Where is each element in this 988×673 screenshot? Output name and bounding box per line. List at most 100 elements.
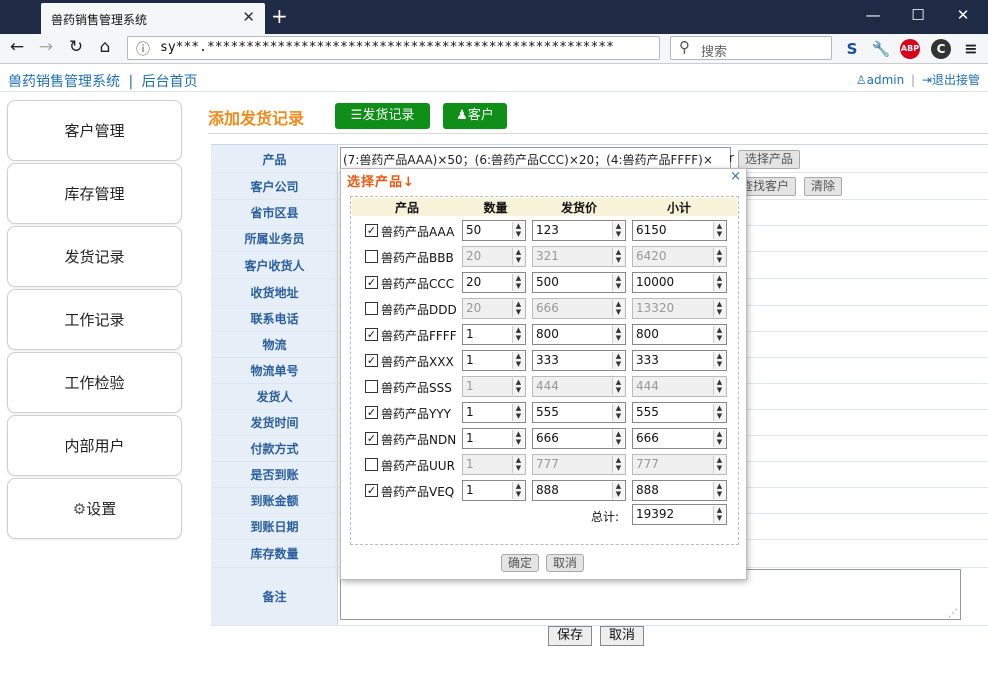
spinner-icon[interactable]: ▲ ▼ <box>612 248 624 265</box>
price-input[interactable]: 333 ▲ ▼ <box>532 350 626 371</box>
home-link[interactable]: 后台首页 <box>142 74 198 90</box>
subtotal-input[interactable]: 6420 ▲ ▼ <box>632 246 727 267</box>
cancel-button[interactable]: 取消 <box>600 626 645 646</box>
clear-button[interactable]: 清除 <box>804 177 843 196</box>
spinner-icon[interactable]: ▲ ▼ <box>512 404 524 421</box>
spinner-icon[interactable]: ▲ ▼ <box>612 404 624 421</box>
sidebar-item-work-inspection[interactable]: 工作检验 <box>7 352 182 413</box>
sidebar-item-shipments[interactable]: 发货记录 <box>7 226 182 287</box>
product-checkbox[interactable]: ✓ <box>365 224 378 237</box>
qty-input[interactable]: 1 ▲ ▼ <box>462 376 526 397</box>
spinner-icon[interactable]: ▲ ▼ <box>713 506 725 523</box>
price-input[interactable]: 444 ▲ ▼ <box>532 376 626 397</box>
subtotal-input[interactable]: 10000 ▲ ▼ <box>632 272 727 293</box>
maximize-icon[interactable]: ☐ <box>903 6 933 24</box>
spinner-icon[interactable]: ▲ ▼ <box>713 326 725 343</box>
spinner-icon[interactable]: ▲ ▼ <box>713 300 725 317</box>
qty-input[interactable]: 1 ▲ ▼ <box>462 454 526 475</box>
total-field[interactable]: 19392 ▲ ▼ <box>632 504 727 525</box>
subtotal-input[interactable]: 888 ▲ ▼ <box>632 480 727 501</box>
spinner-icon[interactable]: ▲ ▼ <box>713 352 725 369</box>
product-checkbox[interactable]: ✓ <box>365 276 378 289</box>
minimize-icon[interactable]: — <box>858 6 888 24</box>
qty-input[interactable]: 20 ▲ ▼ <box>462 246 526 267</box>
product-checkbox[interactable] <box>365 302 378 315</box>
price-input[interactable]: 500 ▲ ▼ <box>532 272 626 293</box>
qty-input[interactable]: 1 ▲ ▼ <box>462 324 526 345</box>
spinner-icon[interactable]: ▲ ▼ <box>512 352 524 369</box>
home-icon[interactable]: ⌂ <box>93 37 117 57</box>
spinner-icon[interactable]: ▲ ▼ <box>612 222 624 239</box>
spinner-icon[interactable]: ▲ ▼ <box>512 248 524 265</box>
spinner-icon[interactable]: ▲ ▼ <box>713 222 725 239</box>
ext-s-icon[interactable]: S <box>842 39 862 59</box>
qty-input[interactable]: 1 ▲ ▼ <box>462 480 526 501</box>
spinner-icon[interactable]: ▲ ▼ <box>612 300 624 317</box>
spinner-icon[interactable]: ▲ ▼ <box>612 482 624 499</box>
qty-input[interactable]: 20 ▲ ▼ <box>462 272 526 293</box>
subtotal-input[interactable]: 777 ▲ ▼ <box>632 454 727 475</box>
user-name[interactable]: admin <box>867 73 905 87</box>
price-input[interactable]: 321 ▲ ▼ <box>532 246 626 267</box>
sidebar-item-inventory[interactable]: 库存管理 <box>7 163 182 224</box>
spinner-icon[interactable]: ▲ ▼ <box>713 482 725 499</box>
spinner-icon[interactable]: ▲ ▼ <box>512 300 524 317</box>
wrench-icon[interactable]: 🔧 <box>871 39 891 59</box>
spinner-icon[interactable]: ▲ ▼ <box>713 430 725 447</box>
subtotal-input[interactable]: 666 ▲ ▼ <box>632 428 727 449</box>
product-checkbox[interactable]: ✓ <box>365 328 378 341</box>
select-product-button[interactable]: 选择产品 <box>738 150 801 169</box>
qty-input[interactable]: 1 ▲ ▼ <box>462 350 526 371</box>
browser-tab[interactable]: 兽药销售管理系统 ✕ <box>41 3 265 34</box>
price-input[interactable]: 666 ▲ ▼ <box>532 428 626 449</box>
brand-title[interactable]: 兽药销售管理系统 <box>8 74 120 90</box>
spinner-icon[interactable]: ▲ ▼ <box>713 378 725 395</box>
price-input[interactable]: 555 ▲ ▼ <box>532 402 626 423</box>
product-checkbox[interactable]: ✓ <box>365 432 378 445</box>
spinner-icon[interactable]: ▲ ▼ <box>713 274 725 291</box>
adblock-icon[interactable]: ABP <box>900 39 920 59</box>
sidebar-item-internal-users[interactable]: 内部用户 <box>7 415 182 476</box>
tab-close-icon[interactable]: ✕ <box>242 8 255 26</box>
window-close-icon[interactable]: ✕ <box>948 6 978 24</box>
subtotal-input[interactable]: 333 ▲ ▼ <box>632 350 727 371</box>
spinner-icon[interactable]: ▲ ▼ <box>512 430 524 447</box>
spinner-icon[interactable]: ▲ ▼ <box>512 456 524 473</box>
save-button[interactable]: 保存 <box>548 626 593 646</box>
dialog-cancel-button[interactable]: 取消 <box>546 554 585 572</box>
search-input[interactable]: ⚲ 搜索 <box>670 36 832 60</box>
price-input[interactable]: 777 ▲ ▼ <box>532 454 626 475</box>
ext-c-icon[interactable]: C <box>931 39 951 59</box>
spinner-icon[interactable]: ▲ ▼ <box>512 222 524 239</box>
product-checkbox[interactable] <box>365 380 378 393</box>
spinner-icon[interactable]: ▲ ▼ <box>512 274 524 291</box>
resize-grip-icon[interactable]: ⋰ <box>948 608 958 619</box>
product-checkbox[interactable]: ✓ <box>365 406 378 419</box>
product-checkbox[interactable] <box>365 458 378 471</box>
sidebar-item-work-records[interactable]: 工作记录 <box>7 289 182 350</box>
back-icon[interactable]: ← <box>5 37 29 57</box>
qty-input[interactable]: 1 ▲ ▼ <box>462 402 526 423</box>
menu-icon[interactable]: ≡ <box>961 39 981 59</box>
subtotal-input[interactable]: 6150 ▲ ▼ <box>632 220 727 241</box>
qty-input[interactable]: 20 ▲ ▼ <box>462 298 526 319</box>
customer-button[interactable]: ♟客户 <box>443 103 507 129</box>
subtotal-input[interactable]: 555 ▲ ▼ <box>632 402 727 423</box>
dialog-close-icon[interactable]: × <box>730 169 741 184</box>
product-checkbox[interactable]: ✓ <box>365 484 378 497</box>
subtotal-input[interactable]: 444 ▲ ▼ <box>632 376 727 397</box>
spinner-icon[interactable]: ▲ ▼ <box>612 378 624 395</box>
price-input[interactable]: 123 ▲ ▼ <box>532 220 626 241</box>
price-input[interactable]: 888 ▲ ▼ <box>532 480 626 501</box>
spinner-icon[interactable]: ▲ ▼ <box>713 248 725 265</box>
spinner-icon[interactable]: ▲ ▼ <box>612 274 624 291</box>
product-checkbox[interactable]: ✓ <box>365 354 378 367</box>
product-checkbox[interactable] <box>365 250 378 263</box>
price-input[interactable]: 666 ▲ ▼ <box>532 298 626 319</box>
shipment-records-button[interactable]: ☰发货记录 <box>335 103 430 129</box>
spinner-icon[interactable]: ▲ ▼ <box>713 404 725 421</box>
new-tab-icon[interactable]: + <box>271 4 288 28</box>
qty-input[interactable]: 1 ▲ ▼ <box>462 428 526 449</box>
sidebar-item-customers[interactable]: 客户管理 <box>7 100 182 161</box>
price-input[interactable]: 800 ▲ ▼ <box>532 324 626 345</box>
